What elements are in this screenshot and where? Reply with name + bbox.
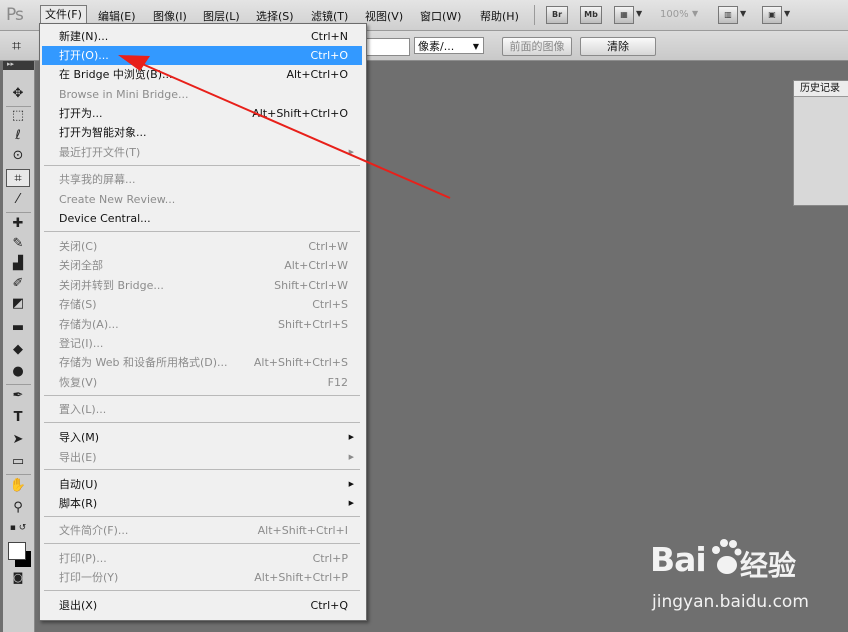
watermark-brand-cn: 经验 xyxy=(740,549,797,582)
baidu-watermark: Bai 经验 jingyan.baidu.com xyxy=(650,539,840,620)
paw-icon xyxy=(712,539,742,574)
watermark-brand: Bai xyxy=(650,540,707,579)
watermark-url: jingyan.baidu.com xyxy=(652,592,809,612)
